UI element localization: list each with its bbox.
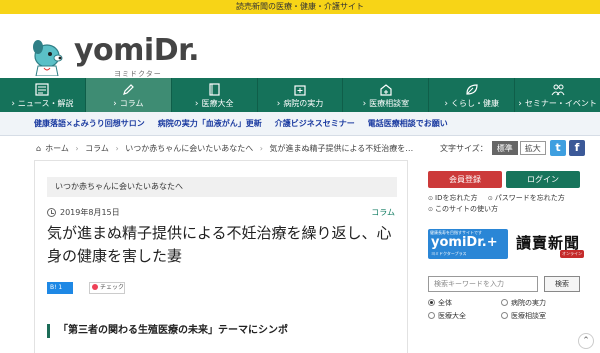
pen-icon: [123, 84, 135, 95]
promo-logo: yomiDr.+: [431, 235, 498, 250]
radio-icon: [501, 312, 508, 319]
font-size-switcher: 文字サイズ： 標準 拡大: [440, 141, 548, 155]
font-size-large-button[interactable]: 拡大: [519, 141, 546, 155]
nav-item-news[interactable]: ニュース・解説: [0, 78, 86, 112]
breadcrumb-series[interactable]: いつか赤ちゃんに会いたいあなたへ: [125, 144, 253, 153]
help-links: IDを忘れた方 パスワードを忘れた方 このサイトの使い方: [428, 193, 573, 215]
book-icon: [209, 83, 220, 96]
feature-link-phone-consult[interactable]: 電話医療相談でお願い: [368, 118, 448, 129]
leaf-icon: [466, 84, 478, 95]
font-size-standard-button[interactable]: 標準: [491, 141, 518, 155]
feature-link-care-seminar[interactable]: 介護ビジネスセミナー: [275, 118, 355, 129]
feature-links: 健康落語×よみうり回想サロン 病院の実力「血液がん」更新 介護ビジネスセミナー …: [0, 112, 600, 136]
breadcrumb: ⌂ ホーム › コラム › いつか赤ちゃんに会いたいあなたへ › 気が進まぬ精子提…: [36, 143, 417, 154]
radio-label: 医療相談室: [511, 312, 546, 320]
nav-item-label: ニュース・解説: [0, 98, 85, 110]
article: いつか赤ちゃんに会いたいあなたへ 2019年8月15日 コラム 気が進まぬ精子提…: [34, 160, 408, 353]
radio-label: 全体: [438, 299, 452, 307]
nav-item-column[interactable]: コラム: [85, 78, 172, 112]
site-logo[interactable]: yomiDr. ヨミドクター: [30, 36, 200, 78]
yomidr-plus-banner[interactable]: 健康長寿を目指すサイトです yomiDr.+ ヨミドクタープラス: [428, 229, 508, 259]
nav-item-life[interactable]: くらし・健康: [429, 78, 516, 112]
logo-wordmark: yomiDr.: [74, 33, 200, 68]
nav-item-label: セミナー・イベント: [515, 98, 600, 110]
article-date: 2019年8月15日: [47, 207, 120, 218]
scope-radio-hospital[interactable]: 病院の実力: [501, 297, 574, 310]
promo-subtitle: ヨミドクタープラス: [431, 251, 467, 256]
feature-link-blood-cancer[interactable]: 病院の実力「血液がん」更新: [158, 118, 262, 129]
clinic-icon: [380, 84, 392, 96]
clock-icon: [47, 208, 56, 217]
nav-item-consult[interactable]: 医療相談室: [343, 78, 430, 112]
nav-item-label: 医療相談室: [343, 98, 428, 110]
register-button[interactable]: 会員登録: [428, 171, 502, 188]
feature-link-rakugo[interactable]: 健康落語×よみうり回想サロン: [34, 118, 145, 129]
home-icon: ⌂: [36, 144, 42, 153]
sidebar: 会員登録 ログイン IDを忘れた方 パスワードを忘れた方 このサイトの使い方 健…: [426, 160, 600, 353]
scope-radio-encyclopedia[interactable]: 医療大全: [428, 310, 501, 323]
article-category[interactable]: コラム: [371, 207, 395, 218]
scope-radio-all[interactable]: 全体: [428, 297, 501, 310]
breadcrumb-current: 気が進まぬ精子提供による不妊治療を…: [269, 144, 414, 153]
nav-item-label: くらし・健康: [429, 98, 514, 110]
font-size-label: 文字サイズ：: [440, 143, 488, 153]
pocket-icon: [92, 284, 98, 290]
nav-item-label: 病院の実力: [258, 98, 343, 110]
breadcrumb-column[interactable]: コラム: [85, 144, 109, 153]
forgot-id-link[interactable]: IDを忘れた方: [428, 193, 477, 204]
site-tagline: 読売新聞の医療・健康・介護サイト: [0, 0, 600, 14]
date-text: 2019年8月15日: [60, 208, 120, 217]
nav-item-label: コラム: [86, 98, 171, 110]
hatena-bookmark-button[interactable]: B! 1: [47, 282, 73, 294]
pocket-button[interactable]: チェック: [89, 282, 125, 294]
online-badge: オンライン: [560, 250, 584, 258]
twitter-icon[interactable]: t: [550, 140, 566, 156]
back-to-top-button[interactable]: ⌃: [578, 333, 594, 349]
social-share: t f: [550, 140, 588, 156]
breadcrumb-separator: ›: [75, 144, 79, 153]
nav-item-seminar[interactable]: セミナー・イベント: [515, 78, 600, 112]
search-input[interactable]: 検索キーワードを入力: [428, 276, 538, 292]
hospital-icon: [294, 85, 306, 96]
radio-icon: [428, 312, 435, 319]
section-heading: 「第三者の関わる生殖医療の未来」テーマにシンポ: [47, 324, 399, 338]
site-header: yomiDr. ヨミドクター: [0, 14, 600, 78]
radio-icon: [501, 299, 508, 306]
search-scope: 全体 病院の実力 医療大全 医療相談室: [428, 297, 588, 323]
series-title[interactable]: いつか赤ちゃんに会いたいあなたへ: [47, 177, 397, 197]
bookmark-buttons: B! 1 チェック: [47, 282, 125, 294]
forgot-password-link[interactable]: パスワードを忘れた方: [488, 193, 565, 204]
radio-label: 医療大全: [438, 312, 466, 320]
breadcrumb-home[interactable]: ホーム: [45, 144, 69, 153]
radio-icon: [428, 299, 435, 306]
account-buttons: 会員登録 ログイン: [428, 171, 580, 188]
newspaper-icon: [35, 83, 50, 96]
site-guide-link[interactable]: このサイトの使い方: [428, 204, 498, 215]
global-nav: ニュース・解説 コラム 医療大全 病院の実力 医療相談室 くらし・健康 セミナー…: [0, 78, 600, 112]
nav-item-encyclopedia[interactable]: 医療大全: [172, 78, 258, 112]
breadcrumb-separator: ›: [115, 144, 119, 153]
pocket-label: チェック: [100, 284, 125, 291]
search-button[interactable]: 検索: [544, 276, 580, 292]
breadcrumb-row: ⌂ ホーム › コラム › いつか赤ちゃんに会いたいあなたへ › 気が進まぬ精子提…: [0, 136, 600, 160]
nav-item-label: 医療大全: [172, 98, 257, 110]
login-button[interactable]: ログイン: [506, 171, 580, 188]
dog-mascot-icon: [33, 40, 63, 76]
scope-radio-consult[interactable]: 医療相談室: [501, 310, 574, 323]
radio-label: 病院の実力: [511, 299, 546, 307]
breadcrumb-separator: ›: [259, 144, 263, 153]
article-title: 気が進まぬ精子提供による不妊治療を繰り返し、心身の健康を害した妻: [47, 224, 392, 265]
nav-item-hospital[interactable]: 病院の実力: [258, 78, 344, 112]
facebook-icon[interactable]: f: [569, 140, 585, 156]
people-icon: [551, 84, 565, 96]
